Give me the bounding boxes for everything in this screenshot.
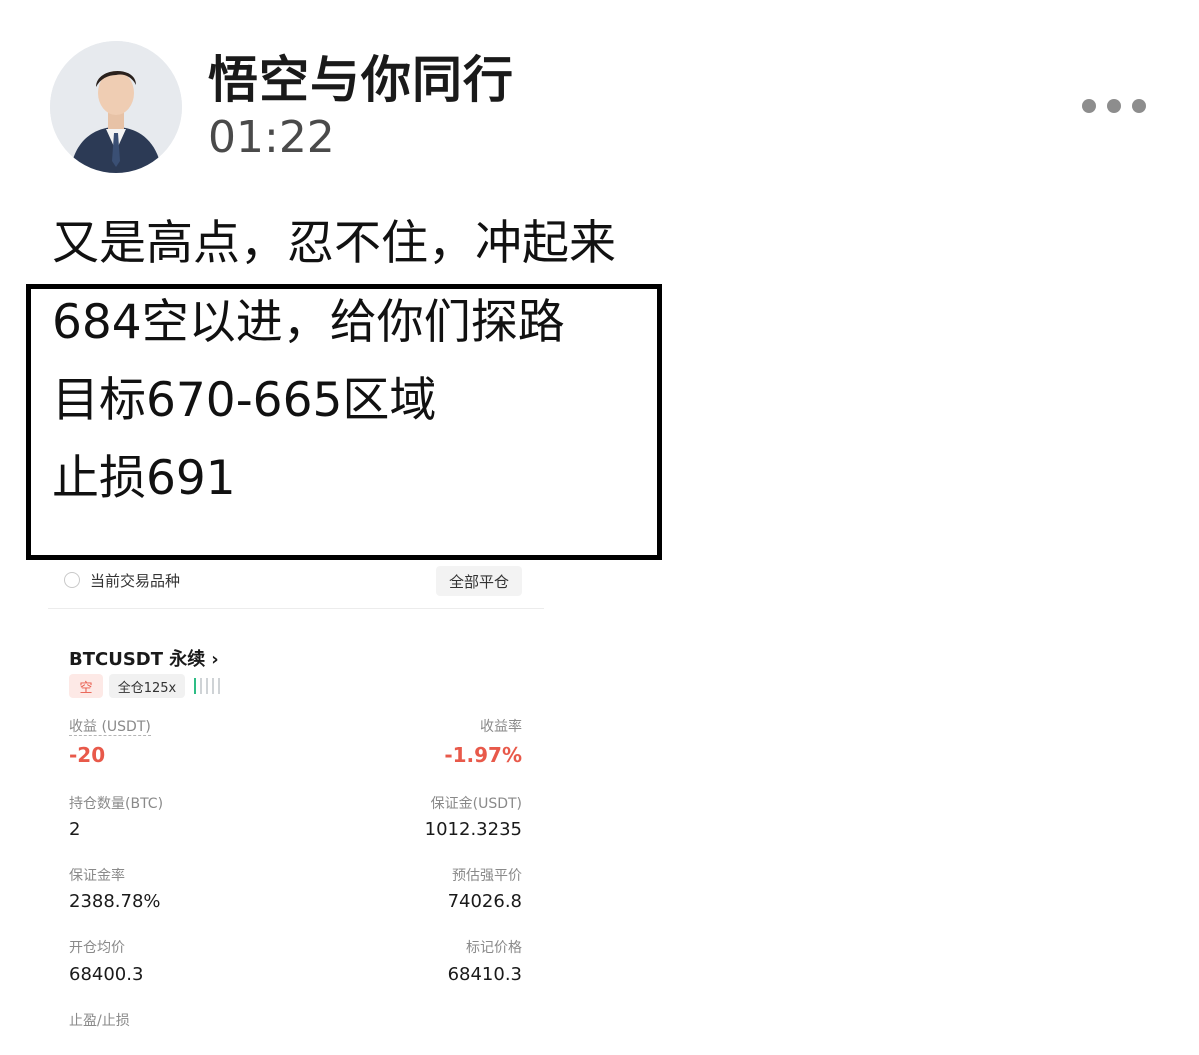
entry-price-label: 开仓均价 bbox=[69, 940, 125, 956]
symbol-label: BTCUSDT 永续 bbox=[69, 649, 206, 670]
post-line-2: 684空以进，给你们探路 bbox=[52, 295, 565, 350]
liq-price-label: 预估强平价 bbox=[452, 868, 522, 884]
side-badge: 空 bbox=[69, 674, 103, 698]
size-value: 2 bbox=[69, 819, 81, 840]
current-symbol-label: 当前交易品种 bbox=[90, 572, 181, 590]
more-horizontal-icon[interactable] bbox=[1082, 96, 1146, 116]
divider bbox=[48, 608, 544, 609]
roe-value: -1.97% bbox=[444, 743, 522, 767]
close-all-button[interactable]: 全部平仓 bbox=[436, 566, 522, 596]
chevron-right-icon: › bbox=[211, 649, 219, 670]
position-card: 当前交易品种 全部平仓 BTCUSDT 永续 › 空 全仓125x 收益 (USD… bbox=[48, 560, 544, 1055]
post-line-4: 止损691 bbox=[52, 451, 236, 506]
post-line-1: 又是高点，忍不住，冲起来 bbox=[52, 216, 616, 271]
liq-price-value: 74026.8 bbox=[447, 891, 522, 912]
tpsl-label: 止盈/止损 bbox=[69, 1013, 130, 1029]
mark-price-label: 标记价格 bbox=[466, 940, 522, 956]
mark-price-value: 68410.3 bbox=[447, 964, 522, 985]
margin-value: 1012.3235 bbox=[424, 819, 522, 840]
risk-bars-icon bbox=[194, 678, 220, 694]
post-time: 01:22 bbox=[208, 112, 335, 163]
pnl-value: -20 bbox=[69, 743, 106, 767]
margin-ratio-value: 2388.78% bbox=[69, 891, 161, 912]
entry-price-value: 68400.3 bbox=[69, 964, 144, 985]
user-avatar[interactable] bbox=[50, 41, 182, 173]
margin-ratio-label: 保证金率 bbox=[69, 868, 125, 884]
size-label: 持仓数量(BTC) bbox=[69, 796, 164, 812]
author-name[interactable]: 悟空与你同行 bbox=[208, 40, 514, 112]
margin-label: 保证金(USDT) bbox=[430, 796, 522, 812]
post-line-3: 目标670-665区域 bbox=[52, 373, 437, 428]
symbol-title[interactable]: BTCUSDT 永续 › bbox=[69, 645, 219, 671]
pnl-label: 收益 (USDT) bbox=[69, 719, 151, 736]
leverage-badge[interactable]: 全仓125x bbox=[109, 674, 185, 698]
current-symbol-radio[interactable] bbox=[64, 572, 80, 588]
roe-label: 收益率 bbox=[480, 719, 522, 735]
